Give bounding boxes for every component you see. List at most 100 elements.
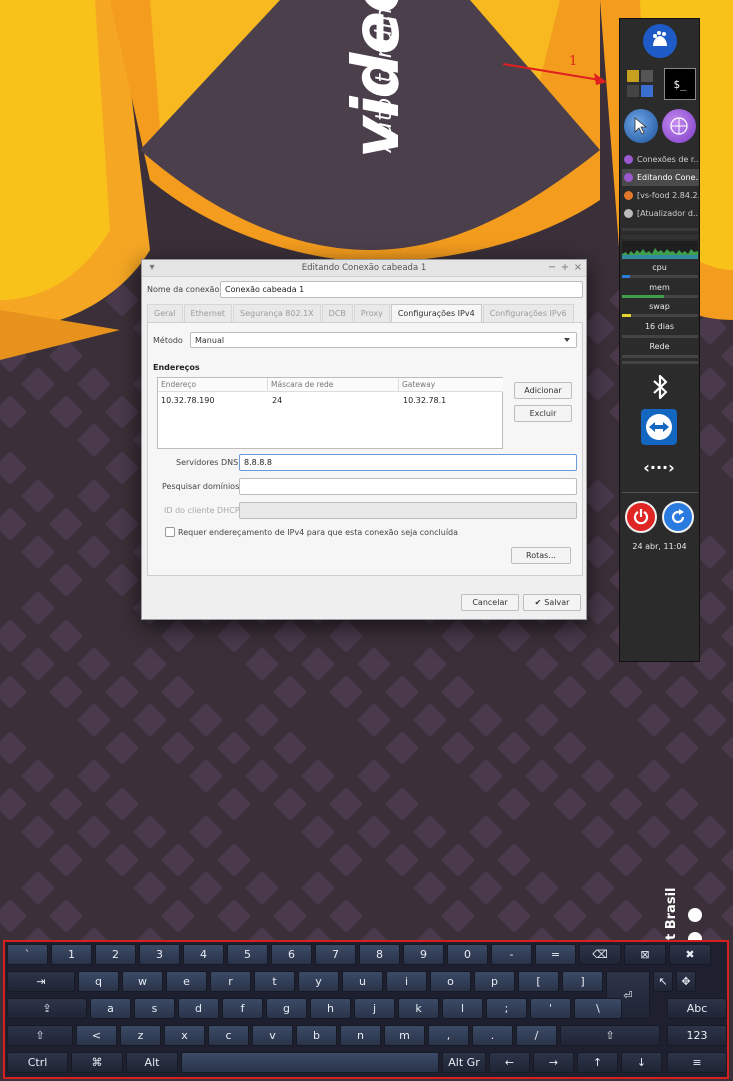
key-symbol[interactable]: ✥ [676,971,696,992]
routes-button[interactable]: Rotas... [511,547,571,564]
key-arrow-up[interactable]: ↑ [577,1052,618,1073]
workspace-switcher-icon[interactable] [624,67,656,99]
key-0[interactable]: 0 [447,944,488,965]
taskbar-item-connections[interactable]: Conexões de r... [622,151,699,168]
close-button[interactable]: × [572,262,584,273]
save-button[interactable]: ✔ Salvar [523,594,581,611]
taskbar-item-updater[interactable]: [Atualizador d... [622,205,699,222]
key-symbol[interactable]: ↖ [653,971,673,992]
key-2[interactable]: 2 [95,944,136,965]
key-symbol[interactable]: [ [518,971,559,992]
key-symbol[interactable]: \ [574,998,622,1019]
key-1[interactable]: 1 [51,944,92,965]
key-m[interactable]: m [384,1025,425,1046]
key-d[interactable]: d [178,998,219,1019]
key-6[interactable]: 6 [271,944,312,965]
key-space[interactable] [181,1052,439,1073]
key-altgr[interactable]: Alt Gr [442,1052,486,1073]
key-u[interactable]: u [342,971,383,992]
key-3[interactable]: 3 [139,944,180,965]
tab-dcb[interactable]: DCB [321,304,353,322]
tab-security-8021x[interactable]: Segurança 802.1X [233,304,321,322]
key-ctrl[interactable]: Ctrl [7,1052,68,1073]
add-address-button[interactable]: Adicionar [514,382,572,399]
terminal-icon[interactable]: $_ [664,68,696,100]
tab-proxy[interactable]: Proxy [353,304,390,322]
key-l[interactable]: l [442,998,483,1019]
key-9[interactable]: 9 [403,944,444,965]
key-symbol[interactable]: - [491,944,532,965]
key-command[interactable]: ⌘ [71,1052,123,1073]
key-f[interactable]: f [222,998,263,1019]
method-select[interactable]: Manual [190,332,577,348]
cell-address[interactable]: 10.32.78.190 [158,394,217,407]
key-symbol[interactable]: ⌫ [579,944,621,965]
key-z[interactable]: z [120,1025,161,1046]
app-menu-icon[interactable] [643,24,677,58]
dns-servers-input[interactable]: 8.8.8.8 [239,454,577,471]
key-o[interactable]: o [430,971,471,992]
key-c[interactable]: c [208,1025,249,1046]
key-menu[interactable]: ≡ [667,1052,727,1073]
maximize-button[interactable]: + [559,262,571,273]
key-symbol[interactable]: ✖ [669,944,711,965]
column-header-netmask[interactable]: Máscara de rede [268,378,399,392]
key-symbol[interactable]: . [472,1025,513,1046]
key-abc[interactable]: Abc [667,998,727,1019]
column-header-address[interactable]: Endereço [158,378,268,392]
key-symbol[interactable]: ' [530,998,571,1019]
require-ipv4-checkbox[interactable] [165,527,175,537]
key-a[interactable]: a [90,998,131,1019]
key-h[interactable]: h [310,998,351,1019]
power-off-icon[interactable] [625,501,657,533]
key-symbol[interactable]: / [516,1025,557,1046]
key-arrow-left[interactable]: ← [489,1052,530,1073]
key-alt[interactable]: Alt [126,1052,178,1073]
taskbar-item-firefox[interactable]: [vs-food 2.84.2... [622,187,699,204]
key-arrow-down[interactable]: ↓ [621,1052,662,1073]
key-x[interactable]: x [164,1025,205,1046]
key-symbol[interactable]: ⇪ [7,998,87,1019]
cell-gateway[interactable]: 10.32.78.1 [400,394,449,407]
dialog-titlebar[interactable]: ▾ Editando Conexão cabeada 1 − + × [142,260,586,277]
key-w[interactable]: w [122,971,163,992]
addresses-table[interactable]: Endereço Máscara de rede Gateway 10.32.7… [157,377,503,449]
teamviewer-icon[interactable] [641,409,677,445]
key-g[interactable]: g [266,998,307,1019]
key-p[interactable]: p [474,971,515,992]
network-manager-icon[interactable] [662,109,696,143]
restart-icon[interactable] [662,501,694,533]
key-i[interactable]: i [386,971,427,992]
search-domains-input[interactable] [239,478,577,495]
tab-ipv6-settings[interactable]: Configurações IPv6 [482,304,574,322]
key-q[interactable]: q [78,971,119,992]
cell-netmask[interactable]: 24 [269,394,285,407]
key-symbol[interactable]: ] [562,971,603,992]
key-8[interactable]: 8 [359,944,400,965]
key-b[interactable]: b [296,1025,337,1046]
cancel-button[interactable]: Cancelar [461,594,519,611]
column-header-gateway[interactable]: Gateway [399,378,503,392]
remote-desktop-icon[interactable]: ‹···› [638,455,680,479]
minimize-button[interactable]: − [546,262,558,273]
key-symbol[interactable]: ⊠ [624,944,666,965]
tab-general[interactable]: Geral [147,304,183,322]
key-symbol[interactable]: ; [486,998,527,1019]
tab-ethernet[interactable]: Ethernet [183,304,233,322]
taskbar-item-editing-connection[interactable]: Editando Cone... [622,169,699,186]
key-symbol[interactable]: ⇥ [7,971,75,992]
key-j[interactable]: j [354,998,395,1019]
delete-address-button[interactable]: Excluir [514,405,572,422]
key-n[interactable]: n [340,1025,381,1046]
connection-name-input[interactable]: Conexão cabeada 1 [220,281,583,298]
web-browser-icon[interactable] [624,109,658,143]
tab-ipv4-settings[interactable]: Configurações IPv4 [390,304,482,322]
key-arrow-right[interactable]: → [533,1052,574,1073]
key-e[interactable]: e [166,971,207,992]
bluetooth-icon[interactable] [645,372,675,402]
key-k[interactable]: k [398,998,439,1019]
key-symbol[interactable]: = [535,944,576,965]
key-v[interactable]: v [252,1025,293,1046]
key-symbol[interactable]: < [76,1025,117,1046]
key-symbol[interactable]: ⇧ [7,1025,73,1046]
